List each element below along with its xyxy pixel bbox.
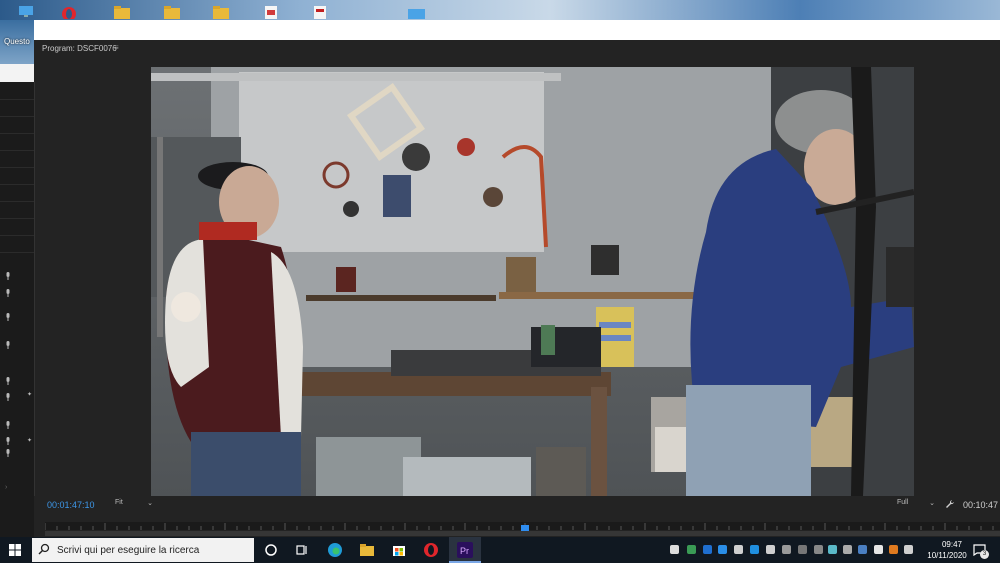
nvidia-icon[interactable] [687,545,696,554]
panel-title[interactable]: Program: DSCF0076 [42,44,117,53]
microphone-icon[interactable] [5,377,11,385]
microphone-tray-icon[interactable] [734,545,743,554]
tray-app-icon[interactable] [828,545,837,554]
cortana-icon[interactable] [263,542,279,558]
program-video-frame[interactable] [151,67,914,496]
wifi-icon[interactable] [782,545,791,554]
pdf-icon[interactable] [311,4,329,19]
search-placeholder: Scrivi qui per eseguire la ricerca [57,545,200,556]
search-icon [38,543,50,555]
security-icon[interactable] [766,545,775,554]
window-edge [0,64,34,82]
wrench-settings-icon[interactable] [945,499,955,509]
current-timecode[interactable]: 00:01:47:10 [47,500,95,510]
taskbar-clock-time[interactable]: 09:47 [932,540,972,549]
notification-count-badge: 3 [980,550,989,559]
microphone-icon[interactable] [5,289,11,297]
track-divider [0,218,34,219]
timeline-track-panel: ✦ ✦ [0,82,35,537]
location-icon[interactable] [858,545,867,554]
bluetooth-icon[interactable] [703,545,712,554]
expand-arrow-icon[interactable]: › [5,484,7,491]
track-expand-icon[interactable]: ✦ [27,391,32,398]
windows-start-icon[interactable] [8,543,22,557]
track-divider [0,252,34,253]
desktop-background [0,0,1000,20]
video-scene [151,67,914,496]
desktop-icon-label: Questo [4,37,30,46]
chevron-down-icon: ⌄ [929,500,935,507]
window-title-bar [34,20,1000,41]
track-divider [0,167,34,168]
battery-icon[interactable] [814,545,823,554]
microphone-icon[interactable] [5,437,11,445]
folder-shortcut-icon[interactable] [163,4,181,19]
track-expand-icon[interactable]: ✦ [27,437,32,444]
svg-text:Pr: Pr [460,546,469,556]
folder-icon[interactable] [113,4,131,19]
resolution-value: Full [897,499,909,506]
track-divider [0,150,34,151]
chevron-down-icon: ⌄ [147,500,153,507]
opera-icon[interactable] [60,4,78,19]
document-icon[interactable] [262,4,280,19]
premiere-pro-icon[interactable]: Pr [457,542,473,558]
microphone-icon[interactable] [5,313,11,321]
cloud-icon[interactable] [874,545,883,554]
folder-icon[interactable] [212,4,230,19]
tray-app-icon[interactable] [889,545,898,554]
tray-app-icon[interactable] [843,545,852,554]
microphone-icon[interactable] [5,341,11,349]
microsoft-store-icon[interactable] [391,542,407,558]
task-view-icon[interactable] [294,542,310,558]
file-explorer-icon[interactable] [359,542,375,558]
zoom-level-dropdown[interactable]: Fit ⌄ [115,499,155,510]
tray-app-icon[interactable] [798,545,807,554]
panel-menu-icon[interactable]: ≡ [114,43,119,52]
playback-resolution-dropdown[interactable]: Full ⌄ [897,499,937,510]
track-divider [0,184,34,185]
track-divider [0,133,34,134]
microphone-icon[interactable] [5,449,11,457]
sequence-duration: 00:10:47 [963,500,999,510]
dropbox-icon[interactable] [750,545,759,554]
edge-browser-icon[interactable] [327,542,343,558]
zoom-scroll-bar[interactable] [45,531,1000,536]
track-divider [0,201,34,202]
microphone-icon[interactable] [5,393,11,401]
opera-browser-icon[interactable] [423,542,439,558]
computer-icon[interactable] [18,4,36,19]
track-divider [0,235,34,236]
tray-app-icon[interactable] [670,545,679,554]
taskbar-clock-date[interactable]: 10/11/2020 [922,551,972,560]
microphone-icon[interactable] [5,421,11,429]
microphone-icon[interactable] [5,272,11,280]
track-divider [0,99,34,100]
track-divider [0,116,34,117]
onedrive-icon[interactable] [718,545,727,554]
zoom-level-value: Fit [115,499,123,506]
image-file-icon[interactable] [407,4,425,19]
volume-icon[interactable] [904,545,913,554]
